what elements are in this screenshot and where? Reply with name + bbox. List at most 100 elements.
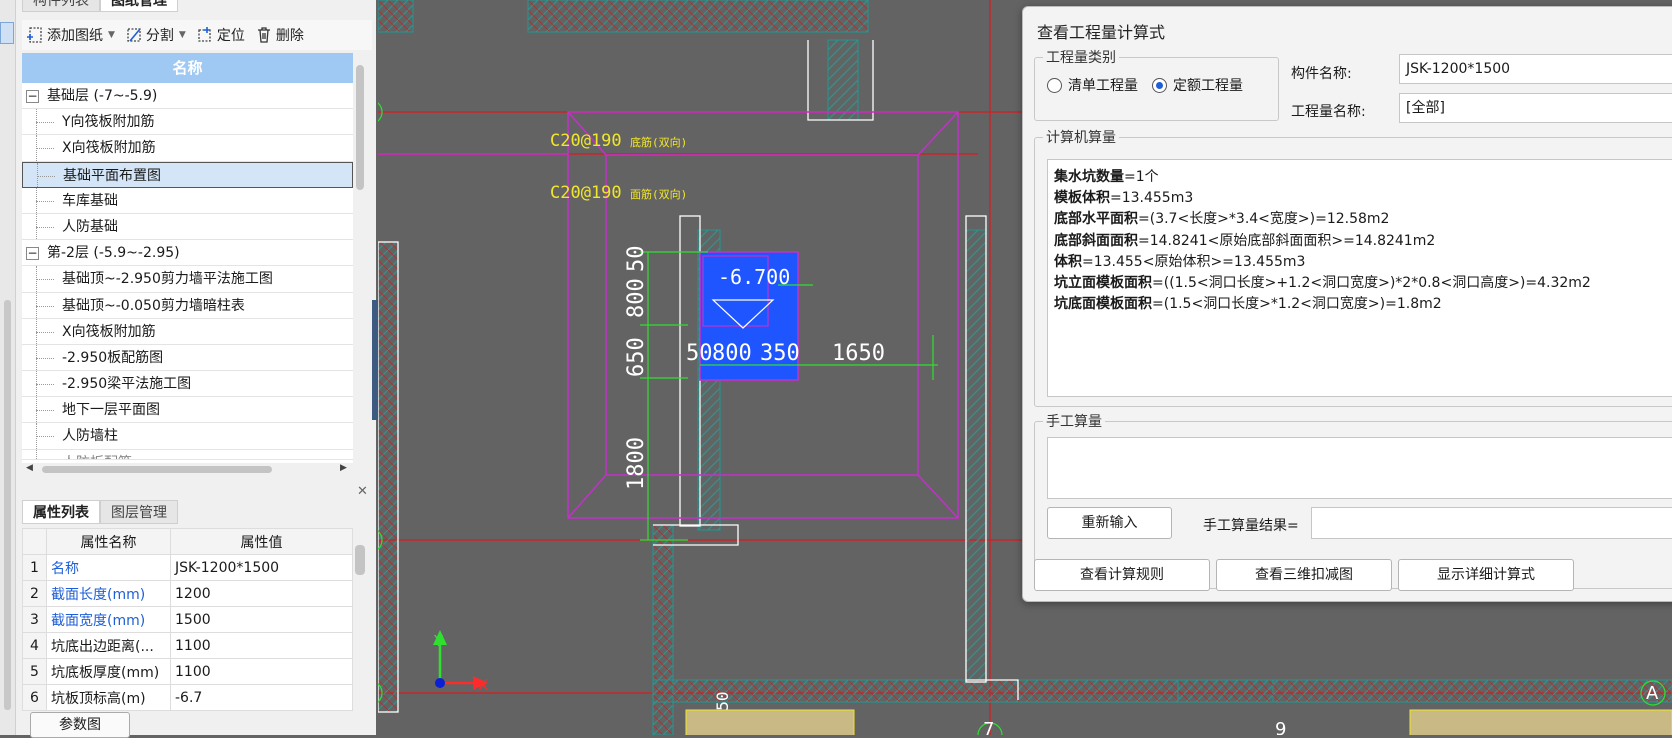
axis-label-7: 7	[983, 719, 994, 735]
tree-item[interactable]: 基础顶~-0.050剪力墙暗柱表	[22, 292, 353, 319]
tree-item[interactable]: X向筏板附加筋	[22, 318, 353, 345]
tab-component-list[interactable]: 构件列表	[22, 0, 100, 12]
tree-item-label: 人防墙柱	[62, 428, 118, 445]
dim-50: 50	[624, 246, 649, 273]
tree-item[interactable]: 地下一层平面图	[22, 397, 353, 424]
ucs-axis-icon: Y X	[433, 630, 488, 694]
calc-line-name: 坑底面模板面积	[1054, 296, 1152, 313]
tree-horizontal-scrollbar[interactable]: ◀ ▶	[22, 463, 353, 475]
view-calc-rules-button[interactable]: 查看计算规则	[1034, 559, 1210, 591]
property-value[interactable]: 1500	[170, 606, 353, 633]
property-name: 坑底出边距离(...	[46, 632, 171, 659]
property-value[interactable]: 1200	[170, 580, 353, 607]
property-row[interactable]: 4 坑底出边距离(... 1100	[22, 632, 353, 659]
collapse-icon[interactable]: −	[26, 246, 39, 260]
property-row[interactable]: 6 坑板顶标高(m) -6.7	[22, 684, 353, 711]
split-button[interactable]: 分割 ▼	[125, 25, 186, 45]
tree-item-label: 第-2层 (-5.9~-2.95)	[47, 245, 180, 262]
tree-item[interactable]: -2.950板配筋图	[22, 344, 353, 372]
delete-button[interactable]: 删除	[255, 25, 304, 45]
tree-item[interactable]: 基础顶~-2.950剪力墙平法施工图	[22, 266, 353, 293]
radio-list-quantity[interactable]: 清单工程量	[1047, 75, 1138, 95]
tree-item[interactable]: -2.950梁平法施工图	[22, 371, 353, 398]
calc-line-expression: =13.455<原始体积>=13.455m3	[1082, 253, 1306, 270]
scroll-right-icon[interactable]: ▶	[340, 463, 347, 473]
calc-line: 底部斜面面积=14.8241<原始底部斜面面积>=14.8241m2	[1054, 231, 1672, 252]
tree-group[interactable]: − 第-2层 (-5.9~-2.95)	[22, 240, 353, 267]
component-name-field[interactable]: JSK-1200*1500	[1399, 54, 1672, 84]
drawing-toolbar: 添加图纸 ▼ 分割 ▼ 定位 删除	[22, 20, 372, 50]
tree-group[interactable]: − 基础层 (-7~-5.9)	[22, 83, 353, 110]
rebar-labels: C20@190 底筋(双向) C20@190 面筋(双向)	[550, 131, 687, 203]
tree-column-header[interactable]: 名称	[22, 53, 353, 83]
property-value[interactable]: -6.7	[170, 684, 353, 711]
calculation-formula-box[interactable]: 集水坑数量=1个 模板体积=13.455m3 底部水平面积=(3.7<长度>*3.4…	[1047, 159, 1672, 397]
dim-650: 650	[624, 337, 649, 377]
tree-vertical-scrollbar[interactable]	[355, 65, 365, 460]
property-value[interactable]: 1100	[170, 658, 353, 685]
property-row[interactable]: 1 名称 JSK-1200*1500	[22, 554, 353, 581]
quantity-formula-dialog: 查看工程量计算式 工程量类别 清单工程量 定额工程量 构件名称: JSK-120…	[1022, 6, 1672, 602]
dim-h50: 50	[686, 341, 713, 366]
tab-property-list[interactable]: 属性列表	[22, 500, 100, 524]
dim-1800: 1800	[624, 437, 649, 490]
radio-quota-quantity[interactable]: 定额工程量	[1152, 75, 1243, 95]
manual-calc-input[interactable]	[1047, 437, 1672, 499]
property-row[interactable]: 3 截面宽度(mm) 1500	[22, 606, 353, 633]
property-scrollbar[interactable]	[355, 545, 365, 575]
radio-list-label: 清单工程量	[1068, 78, 1138, 94]
property-value[interactable]: 1100	[170, 632, 353, 659]
quantity-name-select[interactable]: [全部]	[1399, 93, 1672, 123]
tree-item[interactable]: 基础平面布置图	[22, 161, 353, 188]
side-strip	[0, 0, 16, 735]
property-name: 截面宽度(mm)	[46, 606, 171, 633]
tree-item[interactable]: X向筏板附加筋	[22, 135, 353, 162]
add-drawing-button[interactable]: 添加图纸 ▼	[26, 25, 115, 45]
tree-item[interactable]: 人防墙柱	[22, 423, 353, 450]
dim-h1650: 1650	[832, 341, 885, 366]
quantity-name-label: 工程量名称:	[1291, 104, 1366, 120]
property-name: 截面长度(mm)	[46, 580, 171, 607]
calc-line-expression: =13.455m3	[1110, 190, 1194, 207]
tree-item[interactable]: 人防基础	[22, 213, 353, 241]
property-index: 6	[22, 684, 47, 711]
rebar-note-top: 面筋(双向)	[630, 187, 687, 201]
property-tab-bar: 属性列表 图层管理	[22, 500, 178, 524]
property-value[interactable]: JSK-1200*1500	[170, 554, 353, 581]
property-row[interactable]: 5 坑底板厚度(mm) 1100	[22, 658, 353, 685]
prop-value-header: 属性值	[170, 528, 353, 555]
chevron-down-icon: ▼	[108, 30, 115, 40]
calc-line-name: 底部斜面面积	[1054, 232, 1138, 249]
tree-item[interactable]: 人防板配筋	[22, 449, 353, 460]
property-row[interactable]: 2 截面长度(mm) 1200	[22, 580, 353, 607]
radio-list-dot[interactable]	[1047, 77, 1062, 93]
side-strip-button[interactable]	[0, 22, 14, 44]
rebar-label-top: C20@190	[550, 183, 622, 203]
tree-item-label: 人防基础	[62, 218, 118, 235]
column-block-left	[685, 709, 855, 735]
side-scrollbar[interactable]	[4, 300, 11, 710]
calc-line: 坑立面模板面积=((1.5<洞口长度>+1.2<洞口宽度>)*2*0.8<洞口高…	[1054, 273, 1672, 294]
manual-result-field[interactable]	[1311, 507, 1672, 539]
tree-item[interactable]: 车库基础	[22, 187, 353, 214]
parameter-diagram-button[interactable]: 参数图	[30, 712, 130, 738]
tree-item-label: 基础顶~-0.050剪力墙暗柱表	[62, 297, 245, 314]
split-label: 分割	[145, 28, 174, 44]
close-icon[interactable]: ✕	[357, 484, 368, 499]
dim-h350: 350	[760, 341, 800, 366]
radio-quota-dot[interactable]	[1152, 77, 1167, 93]
quantity-category-label: 工程量类别	[1046, 50, 1116, 66]
tree-item[interactable]: Y向筏板附加筋	[22, 109, 353, 136]
view-3d-deduction-button[interactable]: 查看三维扣减图	[1216, 559, 1392, 591]
collapse-icon[interactable]: −	[26, 89, 39, 103]
dim-h800: 800	[712, 341, 752, 366]
locate-button[interactable]: 定位	[196, 25, 245, 45]
locate-icon	[198, 27, 211, 42]
tab-layer-management[interactable]: 图层管理	[100, 500, 178, 524]
rebar-note-bottom: 底筋(双向)	[630, 135, 687, 149]
scroll-left-icon[interactable]: ◀	[26, 463, 33, 473]
tab-drawing-management[interactable]: 图纸管理	[100, 0, 178, 12]
reenter-button[interactable]: 重新输入	[1047, 507, 1172, 539]
property-index: 4	[22, 632, 47, 659]
show-detailed-formula-button[interactable]: 显示详细计算式	[1398, 559, 1574, 591]
